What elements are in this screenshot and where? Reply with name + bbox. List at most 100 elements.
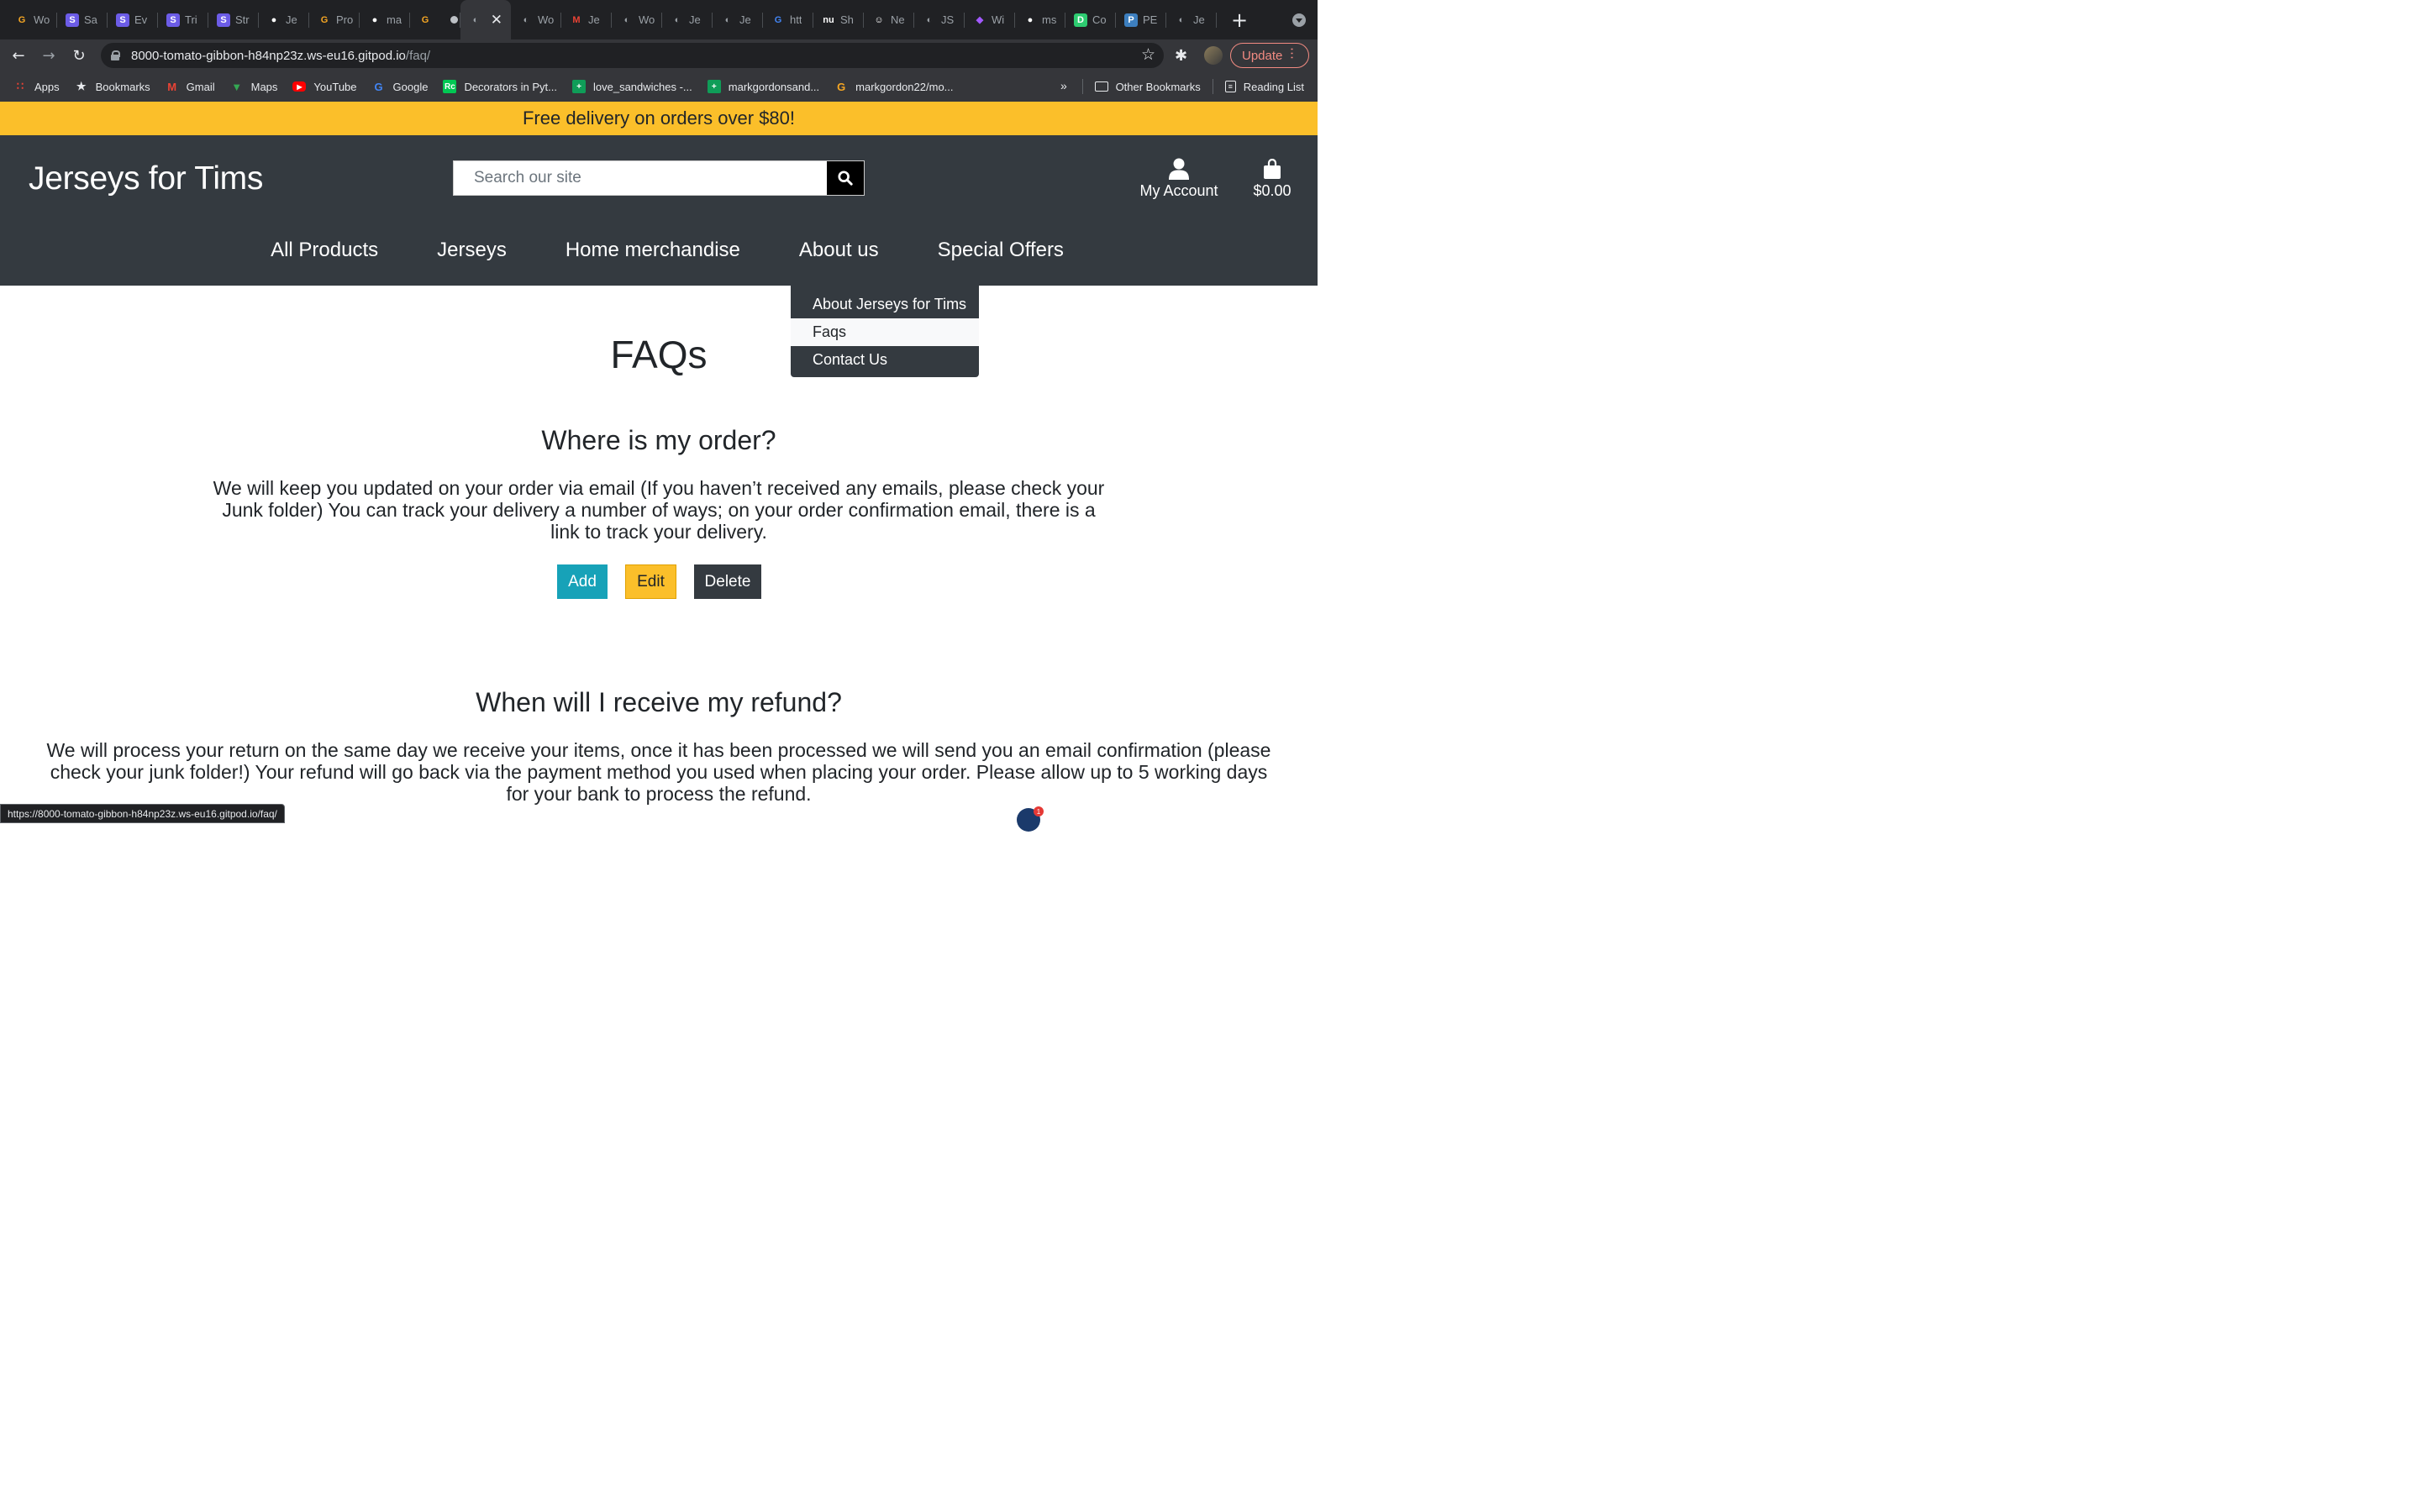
edit-button[interactable]: Edit xyxy=(625,564,676,599)
browser-tab[interactable]: ● ma xyxy=(360,0,410,39)
divider xyxy=(1081,79,1083,94)
nu-icon: nu xyxy=(823,14,834,25)
bookmark-label: Decorators in Pyt... xyxy=(464,80,557,93)
faq-answer: We will process your return on the same … xyxy=(46,739,1271,805)
site-search xyxy=(453,160,865,196)
gitpod-icon: G xyxy=(421,14,429,25)
menu-item-contact[interactable]: Contact Us xyxy=(791,346,979,374)
browser-tab[interactable]: S Tri xyxy=(158,0,208,39)
tab-title: Co xyxy=(1092,13,1107,26)
bookmark-label: love_sandwiches -... xyxy=(592,80,692,93)
chat-widget-icon[interactable]: 1 xyxy=(1017,806,1044,832)
bookmark-item[interactable]: Rc Decorators in Pyt... xyxy=(443,80,557,93)
address-bar[interactable]: 8000-tomato-gibbon-h84np23z.ws-eu16.gitp… xyxy=(101,43,1164,68)
browser-tab[interactable]: ● ms xyxy=(1015,0,1065,39)
nav-jerseys[interactable]: Jerseys xyxy=(437,239,507,262)
site-brand-logo[interactable]: Jerseys for Tims xyxy=(29,160,263,197)
other-bookmarks[interactable]: Other Bookmarks xyxy=(1094,81,1201,93)
browser-tab[interactable]: ◐ Wo xyxy=(511,0,561,39)
d-icon: D xyxy=(1074,13,1087,27)
new-tab-plus-icon[interactable]: + xyxy=(1225,6,1254,34)
my-account-link[interactable]: My Account xyxy=(1139,157,1218,200)
search-icon xyxy=(838,171,853,186)
bookmark-item[interactable]: ▼ Maps xyxy=(230,80,278,93)
bookmark-item[interactable]: G Google xyxy=(372,80,429,93)
browser-tab[interactable]: G Wo xyxy=(7,0,57,39)
tab-title: Pro xyxy=(336,13,354,26)
nav-about-us[interactable]: About us xyxy=(799,239,879,262)
delete-button[interactable]: Delete xyxy=(694,564,761,599)
reading-list[interactable]: ≡ Reading List xyxy=(1224,81,1304,93)
browser-tab[interactable]: D Co xyxy=(1065,0,1116,39)
search-button[interactable] xyxy=(827,161,864,195)
gitpod-icon: G xyxy=(837,80,846,93)
gitpod-icon: G xyxy=(320,14,329,25)
banner-text: Free delivery on orders over $80! xyxy=(522,108,796,129)
about-us-dropdown: About Jerseys for Tims Faqs Contact Us xyxy=(791,286,979,377)
github-icon: ● xyxy=(271,14,277,25)
shopping-bag-link[interactable]: $0.00 xyxy=(1252,157,1292,200)
close-tab-icon[interactable]: ✕ xyxy=(491,12,502,29)
browser-tab[interactable]: ◐ ✕ xyxy=(460,0,511,39)
bookmark-label: Maps xyxy=(250,80,278,93)
bookmark-item[interactable]: ▶ YouTube xyxy=(292,81,357,93)
nav-all-products[interactable]: All Products xyxy=(271,239,378,262)
url-path: /faq/ xyxy=(405,48,431,63)
page-title: FAQs xyxy=(610,333,708,376)
forward-arrow-icon[interactable]: → xyxy=(37,44,60,67)
profile-avatar[interactable] xyxy=(1204,46,1223,65)
bookmarks-overflow-icon[interactable]: » xyxy=(1060,79,1067,92)
browser-tab[interactable]: S Ev xyxy=(108,0,158,39)
tab-title: Str xyxy=(235,13,250,26)
bookmark-item[interactable]: + love_sandwiches -... xyxy=(571,80,692,93)
browser-tab[interactable]: ◐ Wo xyxy=(612,0,662,39)
bookmark-item[interactable]: ★ Bookmarks xyxy=(75,80,150,93)
figma-icon: ◆ xyxy=(976,15,984,25)
reload-icon[interactable]: ↻ xyxy=(67,44,91,67)
lock-icon xyxy=(111,50,120,60)
browser-tab[interactable]: ◐ Je xyxy=(1166,0,1217,39)
browser-tab[interactable]: Ghtt xyxy=(763,0,813,39)
extensions-puzzle-icon[interactable]: ✱ xyxy=(1175,47,1187,65)
bookmark-star-icon[interactable]: ☆ xyxy=(1141,45,1155,65)
nav-home-merchandise[interactable]: Home merchandise xyxy=(566,239,740,262)
browser-tab[interactable]: ● Je xyxy=(259,0,309,39)
nav-special-offers[interactable]: Special Offers xyxy=(938,239,1064,262)
smiley-icon: ☺ xyxy=(874,14,884,25)
bookmark-label: Google xyxy=(392,80,429,93)
bookmarks-bar: ∷ Apps ★ Bookmarks M Gmail ▼ Maps ▶ YouTube G Googl… xyxy=(0,71,1318,102)
apps-grid-icon: ∷ xyxy=(16,80,24,92)
globe-icon: ◐ xyxy=(1178,14,1185,25)
update-button[interactable]: Update ⋯ xyxy=(1230,43,1309,68)
menu-item-faqs[interactable]: Faqs xyxy=(791,318,979,346)
tab-search-icon[interactable] xyxy=(1292,13,1306,27)
add-button[interactable]: Add xyxy=(557,564,608,599)
cart-total: $0.00 xyxy=(1253,182,1292,199)
browser-tab[interactable]: M Je xyxy=(561,0,612,39)
shopping-bag-icon xyxy=(1264,159,1281,179)
browser-tab[interactable]: G Pro xyxy=(309,0,360,39)
menu-item-about[interactable]: About Jerseys for Tims xyxy=(791,291,979,318)
bookmark-label: Apps xyxy=(34,80,60,93)
browser-tab[interactable]: S Str xyxy=(208,0,259,39)
browser-tab[interactable]: ◐ JS xyxy=(914,0,965,39)
browser-tab[interactable]: S Sa xyxy=(57,0,108,39)
browser-tab[interactable]: ◆ Wi xyxy=(965,0,1015,39)
bookmark-item[interactable]: + markgordonsand... xyxy=(707,80,819,93)
browser-tab[interactable]: P PE xyxy=(1116,0,1166,39)
bookmark-item[interactable]: Gmarkgordon22/mo... xyxy=(834,80,953,93)
search-input[interactable] xyxy=(454,161,829,195)
bookmark-item[interactable]: ∷ Apps xyxy=(13,80,60,93)
browser-tab[interactable]: ◐ Je xyxy=(713,0,763,39)
browser-tab[interactable]: ◐ Je xyxy=(662,0,713,39)
github-icon: ● xyxy=(1027,14,1034,25)
browser-tab[interactable]: G xyxy=(410,0,460,39)
bookmark-item[interactable]: M Gmail xyxy=(166,80,214,93)
browser-tab[interactable]: nu Sh xyxy=(813,0,864,39)
s-icon: S xyxy=(166,13,180,27)
browser-tab-strip: G Wo S Sa S Ev S Tri S Str ● Je G Pro ● ma G ◐ ✕ ◐ Wo M Je ◐ Wo ◐… xyxy=(0,0,1318,39)
menu-kebab-icon[interactable]: ⋯ xyxy=(1284,47,1299,59)
browser-tab[interactable]: ☺ Ne xyxy=(864,0,914,39)
bookmark-label: Bookmarks xyxy=(95,80,150,93)
back-arrow-icon[interactable]: ← xyxy=(7,44,30,67)
